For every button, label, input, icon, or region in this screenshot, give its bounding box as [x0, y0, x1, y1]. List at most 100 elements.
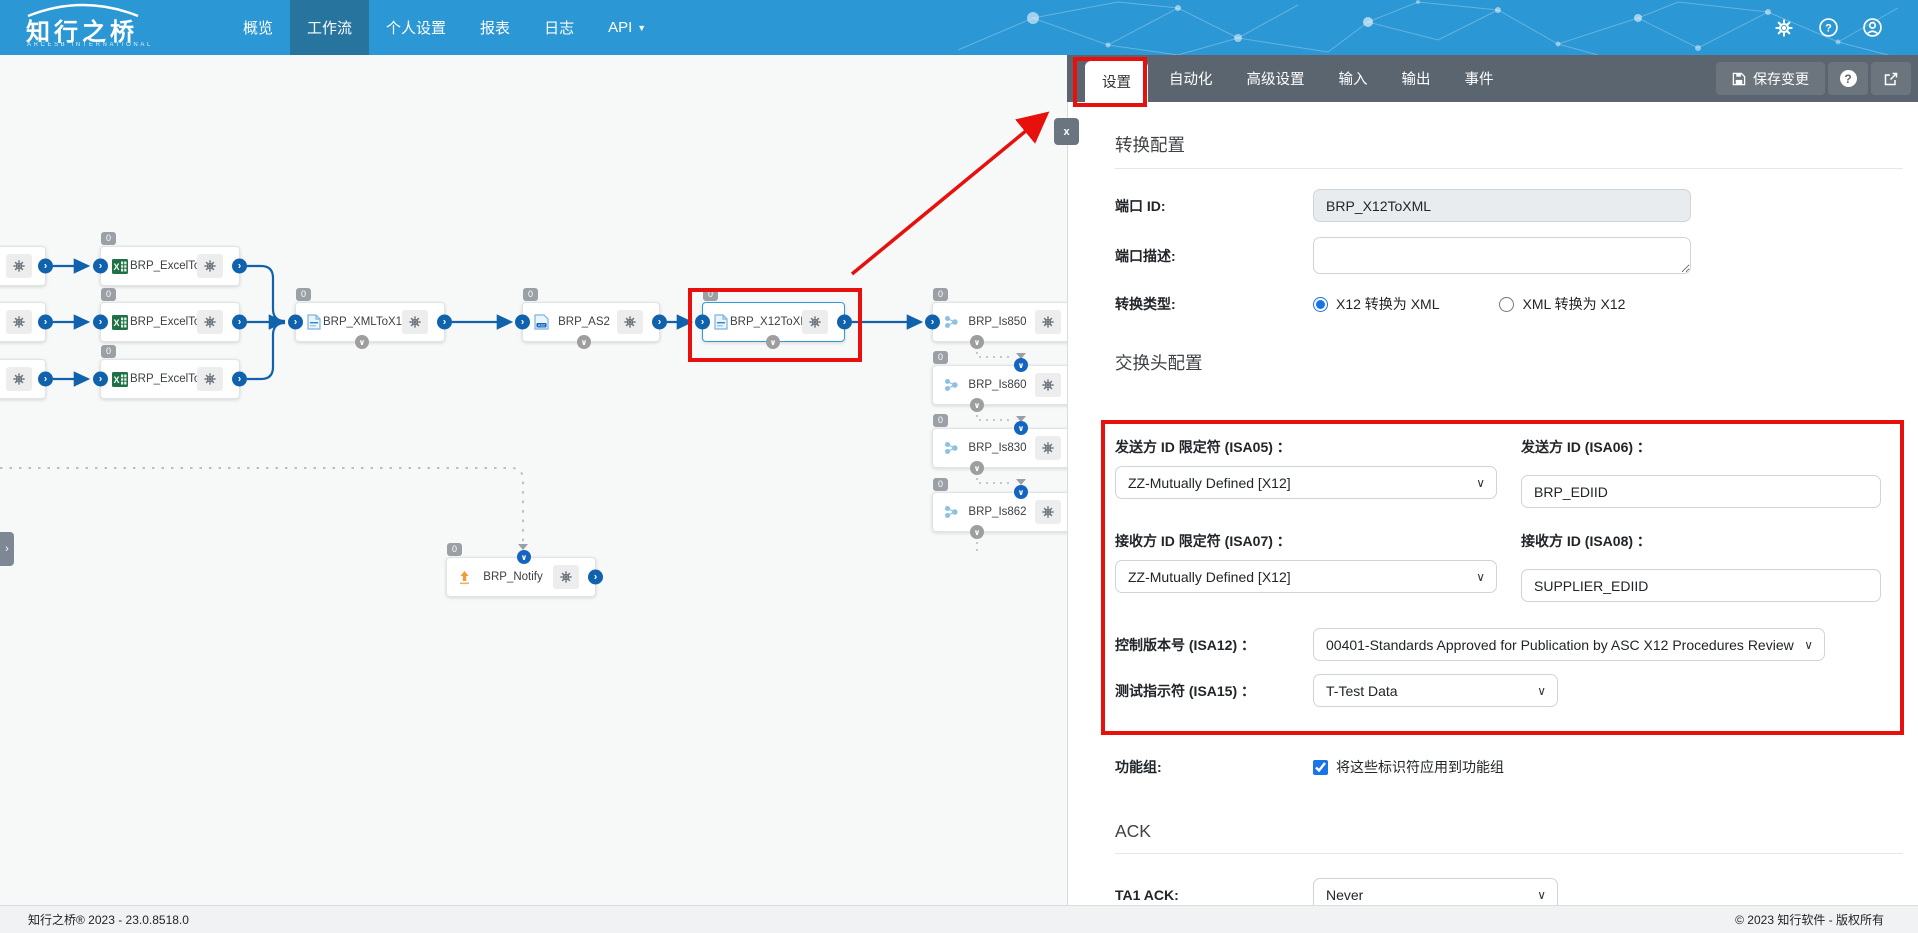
workflow-node-BRP_Is830[interactable]: 0BRP_Is830	[932, 428, 1078, 468]
node-output-connector[interactable]: ›	[38, 372, 53, 387]
convert-type-label: 转换类型:	[1115, 294, 1313, 314]
node-output-connector[interactable]: ›	[232, 315, 247, 330]
help-icon[interactable]: ?	[1818, 18, 1838, 38]
node-settings-gear-button[interactable]	[197, 310, 223, 334]
chevron-down-icon[interactable]: ∨	[577, 335, 591, 349]
gear-icon[interactable]	[1774, 18, 1794, 38]
tab-automation[interactable]: 自动化	[1152, 55, 1230, 102]
user-icon[interactable]	[1862, 18, 1882, 38]
canvas-side-expander[interactable]: ›	[0, 532, 14, 566]
workflow-node-BRP_AS2[interactable]: 0›AS2BRP_AS2›	[522, 302, 660, 342]
tab-output[interactable]: 输出	[1385, 55, 1448, 102]
node-input-connector[interactable]: ›	[288, 315, 303, 330]
chevron-down-icon[interactable]: ∨	[970, 461, 984, 475]
nav-item-overview[interactable]: 概览	[226, 0, 290, 55]
workflow-canvas[interactable]: › ›››0›XBRP_ExcelTo856›0›XBRP_ExcelTo855…	[0, 55, 1067, 905]
isa06-input[interactable]	[1521, 475, 1881, 508]
chevron-down-icon[interactable]: ∨	[970, 335, 984, 349]
save-changes-button[interactable]: 保存变更	[1716, 62, 1825, 95]
node-settings-gear-button[interactable]	[6, 367, 32, 391]
node-settings-gear-button[interactable]	[6, 310, 32, 334]
node-settings-gear-button[interactable]	[553, 565, 579, 589]
node-settings-gear-button[interactable]	[197, 367, 223, 391]
node-output-connector[interactable]: ›	[837, 315, 852, 330]
node-label: BRP_Is850	[960, 316, 1035, 328]
nav-item-reports[interactable]: 报表	[463, 0, 527, 55]
workflow-node-BRP_XMLToX12[interactable]: 0›BRP_XMLToX12›	[295, 302, 445, 342]
node-output-connector[interactable]: ›	[38, 315, 53, 330]
isa07-select[interactable]: ZZ-Mutually Defined [X12]∨	[1115, 560, 1497, 593]
nav-item-logs[interactable]: 日志	[527, 0, 591, 55]
chevron-down-icon[interactable]: ∨	[970, 398, 984, 412]
node-settings-gear-button[interactable]	[6, 254, 32, 278]
chevron-down-icon[interactable]: ∨	[1014, 485, 1028, 499]
node-output-connector[interactable]: ›	[232, 259, 247, 274]
branch-icon	[944, 315, 958, 329]
chevron-down-icon[interactable]: ∨	[355, 335, 369, 349]
node-label: BRP_X12ToXML	[730, 316, 802, 328]
node-input-connector[interactable]: ›	[515, 315, 530, 330]
radio-x12-to-xml-label[interactable]: X12 转换为 XML	[1336, 294, 1439, 314]
node-output-connector[interactable]: ›	[652, 315, 667, 330]
port-description-input[interactable]	[1313, 237, 1691, 274]
isa05-select[interactable]: ZZ-Mutually Defined [X12]∨	[1115, 466, 1497, 499]
chevron-down-icon[interactable]: ∨	[1014, 358, 1028, 372]
isa08-input[interactable]	[1521, 569, 1881, 602]
isa12-select[interactable]: 00401-Standards Approved for Publication…	[1313, 628, 1825, 661]
node-input-connector[interactable]: ›	[695, 315, 710, 330]
functional-group-label: 功能组:	[1115, 757, 1313, 777]
node-input-connector[interactable]: ›	[93, 259, 108, 274]
node-input-connector[interactable]: ›	[925, 315, 940, 330]
chevron-down-icon[interactable]: ∨	[766, 335, 780, 349]
workflow-node-BRP_Is862[interactable]: 0BRP_Is862	[932, 492, 1078, 532]
workflow-node-BRP_Is860[interactable]: 0BRP_Is860	[932, 365, 1078, 405]
func-group-checkbox[interactable]	[1313, 760, 1328, 775]
chevron-down-icon: ∨	[1804, 638, 1813, 652]
chevron-down-icon[interactable]: ∨	[1014, 421, 1028, 435]
chevron-down-icon[interactable]: ∨	[517, 550, 531, 564]
chevron-down-icon[interactable]: ∨	[970, 525, 984, 539]
radio-xml-to-x12-label[interactable]: XML 转换为 X12	[1522, 294, 1625, 314]
nav-item-profile-settings[interactable]: 个人设置	[369, 0, 463, 55]
node-output-connector[interactable]: ›	[437, 315, 452, 330]
workflow-node-BRP_ExcelTo855[interactable]: 0›XBRP_ExcelTo855›	[100, 302, 240, 342]
workflow-node-stub[interactable]: ›	[0, 359, 46, 399]
node-settings-gear-button[interactable]	[1035, 310, 1061, 334]
tab-settings[interactable]: 设置	[1085, 61, 1148, 102]
help-button[interactable]: ?	[1828, 62, 1868, 95]
node-settings-gear-button[interactable]	[197, 254, 223, 278]
workflow-node-BRP_Is850[interactable]: 0›BRP_Is850	[932, 302, 1078, 342]
gear-icon	[204, 260, 216, 272]
external-link-button[interactable]	[1871, 62, 1911, 95]
node-output-connector[interactable]: ›	[38, 259, 53, 274]
node-settings-gear-button[interactable]	[1035, 436, 1061, 460]
ta1-ack-select[interactable]: Never∨	[1313, 878, 1558, 905]
nav-item-workflow[interactable]: 工作流	[290, 0, 369, 55]
node-input-connector[interactable]: ›	[93, 315, 108, 330]
isa15-select[interactable]: T-Test Data∨	[1313, 674, 1558, 707]
tab-input[interactable]: 输入	[1322, 55, 1385, 102]
app-logo[interactable]: 知行之桥 ARCESB INTERNATIONAL	[24, 0, 214, 55]
workflow-node-stub[interactable]: ›	[0, 246, 46, 286]
workflow-node-stub[interactable]: ›	[0, 302, 46, 342]
node-output-connector[interactable]: ›	[232, 372, 247, 387]
node-label: BRP_ExcelTo856	[130, 260, 197, 272]
node-settings-gear-button[interactable]	[402, 310, 428, 334]
branch-icon	[944, 378, 958, 392]
excel-icon: X	[112, 372, 128, 387]
radio-x12-to-xml[interactable]	[1313, 297, 1328, 312]
nav-item-api[interactable]: API▼	[591, 0, 663, 55]
close-icon[interactable]: x	[1054, 118, 1079, 145]
node-output-connector[interactable]: ›	[588, 570, 603, 585]
workflow-node-BRP_ExcelTo865[interactable]: 0›XBRP_ExcelTo865›	[100, 359, 240, 399]
node-settings-gear-button[interactable]	[1035, 500, 1061, 524]
func-group-checkbox-label[interactable]: 将这些标识符应用到功能组	[1336, 757, 1504, 777]
node-settings-gear-button[interactable]	[617, 310, 643, 334]
tab-events[interactable]: 事件	[1448, 55, 1511, 102]
node-settings-gear-button[interactable]	[1035, 373, 1061, 397]
radio-xml-to-x12[interactable]	[1499, 297, 1514, 312]
node-input-connector[interactable]: ›	[93, 372, 108, 387]
tab-advanced-settings[interactable]: 高级设置	[1230, 55, 1322, 102]
node-settings-gear-button[interactable]	[802, 310, 828, 334]
workflow-node-BRP_ExcelTo856[interactable]: 0›XBRP_ExcelTo856›	[100, 246, 240, 286]
